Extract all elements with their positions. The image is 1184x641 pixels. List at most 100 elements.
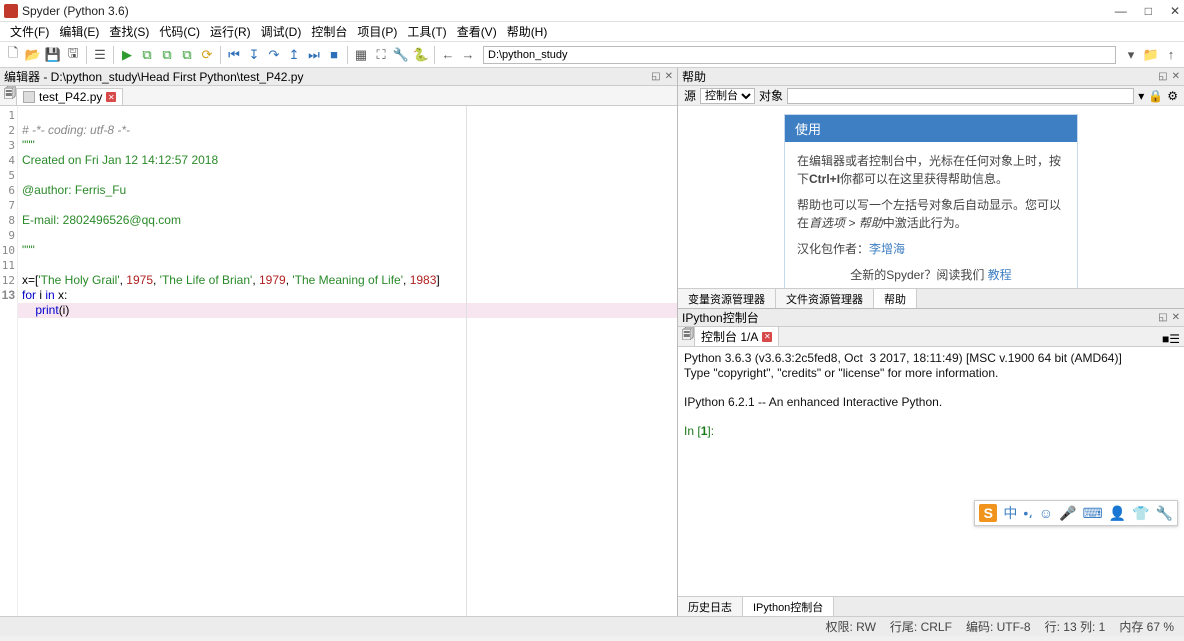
close-pane-icon[interactable]: ✕ (665, 71, 673, 82)
menu-edit[interactable]: 编辑(E) (55, 23, 103, 40)
obj-label: 对象 (759, 87, 783, 104)
tab-list-icon[interactable]: 🗐 (682, 325, 694, 346)
ime-punct-icon[interactable]: •، (1023, 505, 1032, 522)
run-selection-icon[interactable]: ⧉ (178, 46, 196, 64)
src-select[interactable]: 控制台 (700, 88, 755, 104)
status-pos: 行: 13 列: 1 (1045, 618, 1106, 635)
forward-icon[interactable]: → (459, 46, 477, 64)
console-tab[interactable]: 控制台 1/A ✕ (694, 326, 779, 346)
tab-history[interactable]: 历史日志 (678, 597, 743, 616)
layout-icon[interactable]: ▦ (352, 46, 370, 64)
undock-icon[interactable]: ◱ (1158, 312, 1167, 323)
line-gutter: 12345678910111213 (0, 106, 18, 616)
debug-icon[interactable]: ⟳ (198, 46, 216, 64)
right-column: 帮助 ◱✕ 源 控制台 对象 ▾ 🔒 ⚙ 使用 在编辑器或者控制台中，光标在任何… (678, 68, 1184, 616)
author-link[interactable]: 李增海 (869, 242, 905, 256)
debug-continue-icon[interactable]: ⏭ (305, 46, 323, 64)
obj-input[interactable] (787, 88, 1134, 104)
run-cell-advance-icon[interactable]: ⧉ (158, 46, 176, 64)
debug-step-icon[interactable]: ⏮ (225, 46, 243, 64)
separator (434, 46, 435, 64)
run-icon[interactable]: ▶ (118, 46, 136, 64)
console-output[interactable]: Python 3.6.3 (v3.6.3:2c5fed8, Oct 3 2017… (678, 347, 1184, 596)
options-icon[interactable]: ☰ (1169, 332, 1180, 346)
tab-ipython[interactable]: IPython控制台 (743, 597, 834, 616)
parent-dir-icon[interactable]: ↑ (1162, 46, 1180, 64)
maximize-button[interactable]: □ (1145, 4, 1152, 18)
editor-tab[interactable]: test_P42.py ✕ (16, 88, 123, 105)
ime-emoji-icon[interactable]: ☺ (1039, 505, 1053, 521)
debug-out-icon[interactable]: ↥ (285, 46, 303, 64)
new-file-icon[interactable]: 🗋 (4, 46, 22, 64)
dropdown-icon[interactable]: ▾ (1122, 46, 1140, 64)
help-pane: 帮助 ◱✕ 源 控制台 对象 ▾ 🔒 ⚙ 使用 在编辑器或者控制台中，光标在任何… (678, 68, 1184, 308)
maximize-pane-icon[interactable]: ⛶ (372, 46, 390, 64)
stop-icon[interactable]: ■ (1162, 332, 1169, 346)
help-tabs: 变量资源管理器 文件资源管理器 帮助 (678, 288, 1184, 308)
minimize-button[interactable]: — (1115, 4, 1127, 18)
menu-help[interactable]: 帮助(H) (503, 23, 552, 40)
code-editor[interactable]: 12345678910111213 # -*- coding: utf-8 -*… (0, 106, 677, 616)
close-pane-icon[interactable]: ✕ (1172, 312, 1180, 323)
ime-logo-icon[interactable]: S (979, 504, 997, 522)
tab-var-explorer[interactable]: 变量资源管理器 (678, 289, 776, 308)
menu-source[interactable]: 代码(C) (155, 23, 204, 40)
console-header: IPython控制台 ◱✕ (678, 309, 1184, 327)
undock-icon[interactable]: ◱ (1158, 71, 1167, 82)
tab-help[interactable]: 帮助 (874, 289, 917, 308)
code-content[interactable]: # -*- coding: utf-8 -*-"""Created on Fri… (18, 106, 677, 616)
toolbar: 🗋 📂 💾 🖫 ☰ ▶ ⧉ ⧉ ⧉ ⟳ ⏮ ↧ ↷ ↥ ⏭ ■ ▦ ⛶ 🔧 🐍 … (0, 42, 1184, 68)
menu-debug[interactable]: 调试(D) (257, 23, 306, 40)
tab-close-icon[interactable]: ✕ (762, 332, 772, 342)
menu-tools[interactable]: 工具(T) (403, 23, 450, 40)
run-cell-icon[interactable]: ⧉ (138, 46, 156, 64)
ime-settings-icon[interactable]: 🔧 (1156, 505, 1173, 522)
tutorial-link[interactable]: 教程 (988, 268, 1012, 282)
browse-dir-icon[interactable]: 📁 (1142, 46, 1160, 64)
preferences-icon[interactable]: 🔧 (392, 46, 410, 64)
open-file-icon[interactable]: 📂 (24, 46, 42, 64)
menu-search[interactable]: 查找(S) (105, 23, 153, 40)
undock-icon[interactable]: ◱ (651, 71, 660, 82)
close-pane-icon[interactable]: ✕ (1172, 71, 1180, 82)
back-icon[interactable]: ← (439, 46, 457, 64)
status-eol: 行尾: CRLF (890, 618, 952, 635)
ime-skin-icon[interactable]: 👕 (1132, 505, 1149, 522)
debug-stop-icon[interactable]: ■ (325, 46, 343, 64)
save-icon[interactable]: 💾 (44, 46, 62, 64)
console-pane: IPython控制台 ◱ ✕ 🗐 控制台 1/A ✕ ■ ☰ Python 3.6… (678, 308, 1184, 616)
status-enc: 编码: UTF-8 (966, 618, 1031, 635)
ime-keyboard-icon[interactable]: ⌨ (1082, 505, 1102, 522)
debug-over-icon[interactable]: ↷ (265, 46, 283, 64)
help-body: 使用 在编辑器或者控制台中，光标在任何对象上时，按下Ctrl+I你都可以在这里获… (678, 106, 1184, 288)
console-tab-label: 控制台 1/A (701, 328, 758, 345)
tab-list-icon[interactable]: 🗐 (4, 84, 16, 105)
menu-run[interactable]: 运行(R) (206, 23, 255, 40)
debug-into-icon[interactable]: ↧ (245, 46, 263, 64)
python-path-icon[interactable]: 🐍 (412, 46, 430, 64)
editor-title: 编辑器 - D:\python_study\Head First Python\… (4, 68, 303, 85)
title-bar: Spyder (Python 3.6) — □ ✕ (0, 0, 1184, 22)
working-dir-input[interactable] (483, 46, 1116, 64)
ime-mic-icon[interactable]: 🎤 (1059, 505, 1076, 522)
bullet-icon[interactable]: ☰ (91, 46, 109, 64)
separator (220, 46, 221, 64)
tab-file-explorer[interactable]: 文件资源管理器 (776, 289, 874, 308)
window-controls: — □ ✕ (1115, 4, 1180, 18)
close-button[interactable]: ✕ (1170, 4, 1180, 18)
tab-close-icon[interactable]: ✕ (106, 92, 116, 102)
ime-lang-icon[interactable]: 中 (1003, 503, 1017, 523)
status-bar: 权限: RW 行尾: CRLF 编码: UTF-8 行: 13 列: 1 内存 … (0, 616, 1184, 636)
lock-icon[interactable]: 🔒 (1148, 89, 1163, 103)
dropdown-icon[interactable]: ▾ (1138, 89, 1144, 103)
save-all-icon[interactable]: 🖫 (64, 46, 82, 64)
card-body: 在编辑器或者控制台中，光标在任何对象上时，按下Ctrl+I你都可以在这里获得帮助… (785, 142, 1077, 288)
ime-toolbar[interactable]: S 中 •، ☺ 🎤 ⌨ 👤 👕 🔧 (974, 500, 1178, 526)
menu-consoles[interactable]: 控制台 (307, 23, 351, 40)
menu-file[interactable]: 文件(F) (6, 23, 53, 40)
menu-view[interactable]: 查看(V) (453, 23, 501, 40)
menu-projects[interactable]: 项目(P) (353, 23, 401, 40)
separator (86, 46, 87, 64)
ime-user-icon[interactable]: 👤 (1109, 505, 1126, 522)
gear-icon[interactable]: ⚙ (1167, 89, 1178, 103)
